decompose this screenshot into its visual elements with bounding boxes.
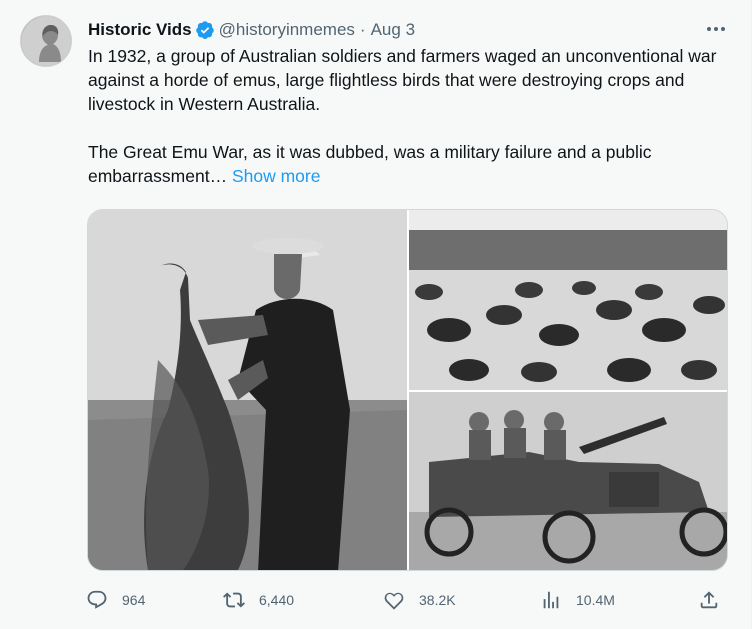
more-options-button[interactable] <box>702 18 730 40</box>
views-count: 10.4M <box>576 592 615 608</box>
analytics-bar-icon <box>543 591 559 609</box>
reply-icon <box>87 590 107 609</box>
tweet-paragraph-2: The Great Emu War, as it was dubbed, was… <box>88 140 728 188</box>
tweet-date[interactable]: Aug 3 <box>371 20 415 40</box>
media-photo-1[interactable] <box>88 210 407 570</box>
tweet-header: Historic Vids @historyinmemes · Aug 3 <box>88 19 415 41</box>
emus-in-field-photo-icon <box>409 210 727 390</box>
verified-badge-icon <box>195 21 214 39</box>
views-button[interactable]: 10.4M <box>540 586 615 614</box>
like-count: 38.2K <box>419 592 456 608</box>
show-more-link[interactable]: Show more <box>232 166 321 186</box>
man-holding-emu-photo-icon <box>88 210 407 570</box>
tweet-text: In 1932, a group of Australian soldiers … <box>88 44 728 188</box>
share-button[interactable] <box>698 586 720 614</box>
soldiers-in-car-photo-icon <box>409 392 727 570</box>
like-button[interactable]: 38.2K <box>383 586 456 614</box>
share-upload-icon <box>700 591 718 609</box>
header-separator: · <box>359 20 366 39</box>
repost-icon <box>223 592 245 608</box>
tweet-card[interactable]: Historic Vids @historyinmemes · Aug 3 In… <box>0 0 752 629</box>
reply-count: 964 <box>122 592 146 608</box>
heart-icon <box>384 592 404 610</box>
media-photo-3[interactable] <box>409 392 727 570</box>
portrait-icon <box>21 16 71 66</box>
more-horizontal-icon <box>707 27 725 31</box>
tweet-actions: 964 6,440 38.2K 10.4M <box>84 586 732 614</box>
media-grid <box>87 209 728 571</box>
tweet-paragraph-2-text: The Great Emu War, as it was dubbed, was… <box>88 142 652 186</box>
reply-button[interactable]: 964 <box>86 586 145 614</box>
tweet-paragraph-1: In 1932, a group of Australian soldiers … <box>88 46 717 114</box>
media-photo-2[interactable] <box>409 210 727 390</box>
author-handle[interactable]: @historyinmemes <box>219 20 355 40</box>
repost-button[interactable]: 6,440 <box>223 586 294 614</box>
repost-count: 6,440 <box>259 592 295 608</box>
author-avatar[interactable] <box>20 15 72 67</box>
author-name[interactable]: Historic Vids <box>88 20 192 40</box>
